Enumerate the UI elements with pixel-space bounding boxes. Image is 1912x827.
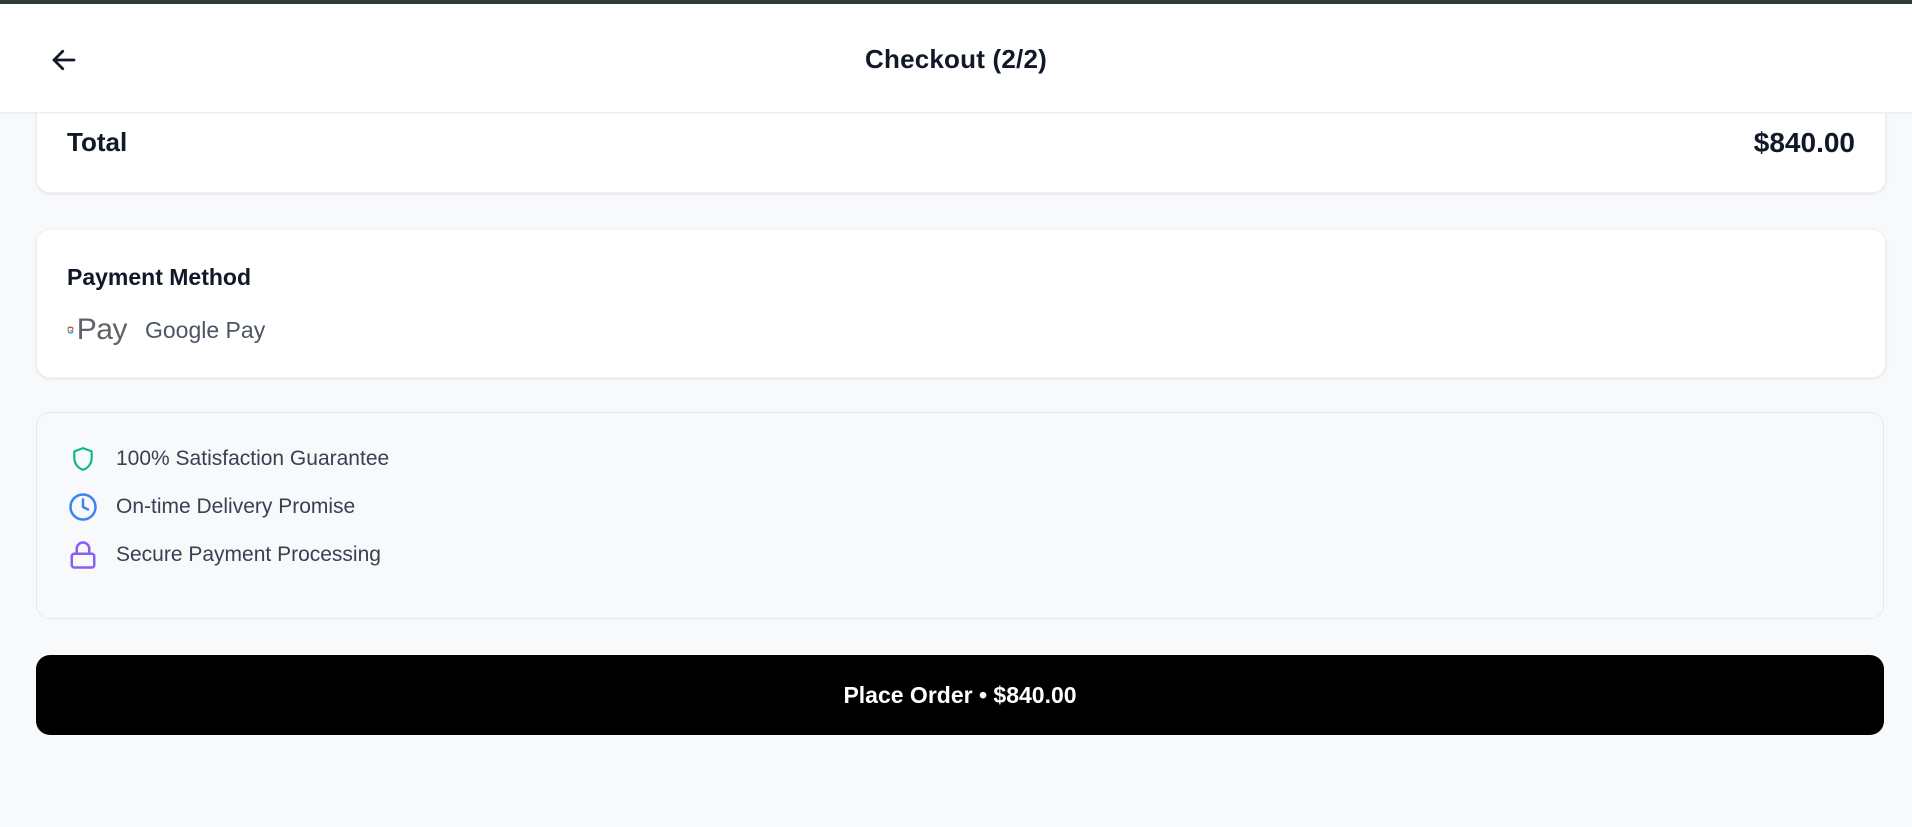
shield-icon bbox=[67, 443, 99, 475]
google-pay-logo-icon: Pay bbox=[67, 313, 127, 347]
payment-method-name: Google Pay bbox=[145, 316, 266, 343]
checkout-header: Checkout (2/2) bbox=[0, 4, 1912, 113]
guarantee-label: On-time Delivery Promise bbox=[116, 495, 356, 518]
payment-method-title: Payment Method bbox=[67, 264, 252, 290]
guarantee-label: 100% Satisfaction Guarantee bbox=[116, 447, 390, 470]
place-order-button[interactable]: Place Order • $840.00 bbox=[36, 655, 1884, 735]
clock-icon bbox=[67, 491, 99, 523]
total-value: $840.00 bbox=[1753, 127, 1855, 158]
guarantee-item-secure-payment: Secure Payment Processing bbox=[67, 539, 381, 571]
guarantee-label: Secure Payment Processing bbox=[116, 543, 381, 566]
guarantees-box: 100% Satisfaction Guarantee On-time Deli… bbox=[36, 412, 1884, 619]
google-pay-logo-text: Pay bbox=[76, 313, 127, 346]
total-label: Total bbox=[67, 127, 128, 157]
payment-method-row: Pay Google Pay bbox=[67, 312, 265, 348]
google-g-icon bbox=[67, 326, 74, 334]
guarantee-item-delivery: On-time Delivery Promise bbox=[67, 491, 355, 523]
guarantee-item-satisfaction: 100% Satisfaction Guarantee bbox=[67, 443, 389, 475]
page-title: Checkout (2/2) bbox=[865, 44, 1047, 74]
lock-icon bbox=[67, 539, 99, 571]
payment-method-card: Payment Method Pay Google Pay bbox=[36, 229, 1886, 378]
